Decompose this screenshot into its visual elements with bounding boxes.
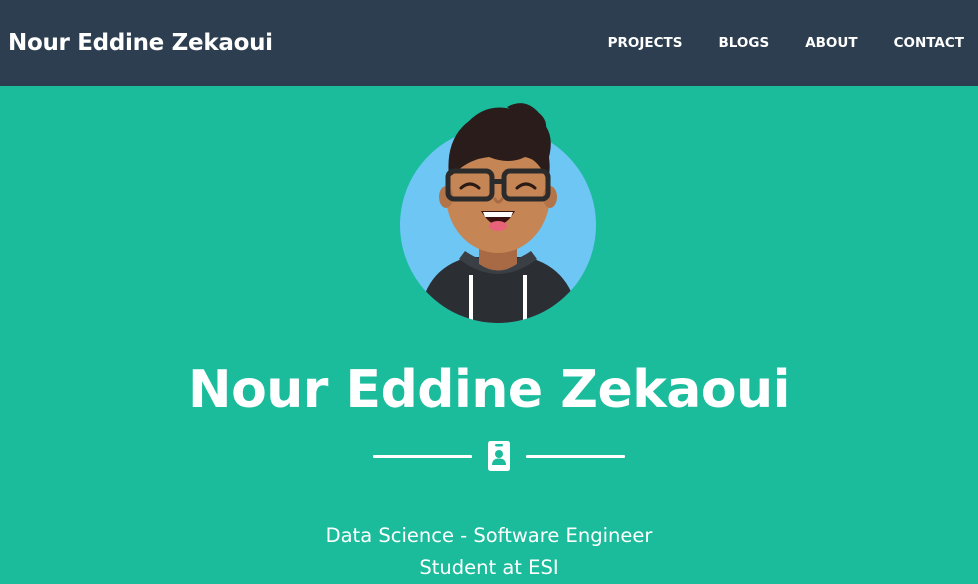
nav-links: PROJECTS BLOGS ABOUT CONTACT bbox=[572, 35, 964, 51]
subheading-line-1: Data Science - Software Engineer bbox=[325, 523, 653, 547]
navbar: Nour Eddine Zekaoui PROJECTS BLOGS ABOUT… bbox=[0, 0, 978, 86]
nav-link-projects[interactable]: PROJECTS bbox=[608, 35, 683, 51]
masthead: Nour Eddine Zekaoui Data Science - Softw… bbox=[0, 86, 978, 579]
nav-link-contact[interactable]: CONTACT bbox=[894, 35, 964, 51]
divider-line-left bbox=[373, 455, 472, 458]
nav-link-blogs[interactable]: BLOGS bbox=[718, 35, 769, 51]
page-title: Nour Eddine Zekaoui bbox=[188, 360, 790, 420]
avatar bbox=[399, 99, 599, 325]
nav-link-about[interactable]: ABOUT bbox=[805, 35, 857, 51]
star-divider bbox=[373, 440, 625, 472]
brand-link[interactable]: Nour Eddine Zekaoui bbox=[8, 30, 273, 56]
id-badge-icon bbox=[487, 440, 511, 472]
divider-line-right bbox=[526, 455, 625, 458]
subheading-line-2: Student at ESI bbox=[419, 555, 559, 579]
